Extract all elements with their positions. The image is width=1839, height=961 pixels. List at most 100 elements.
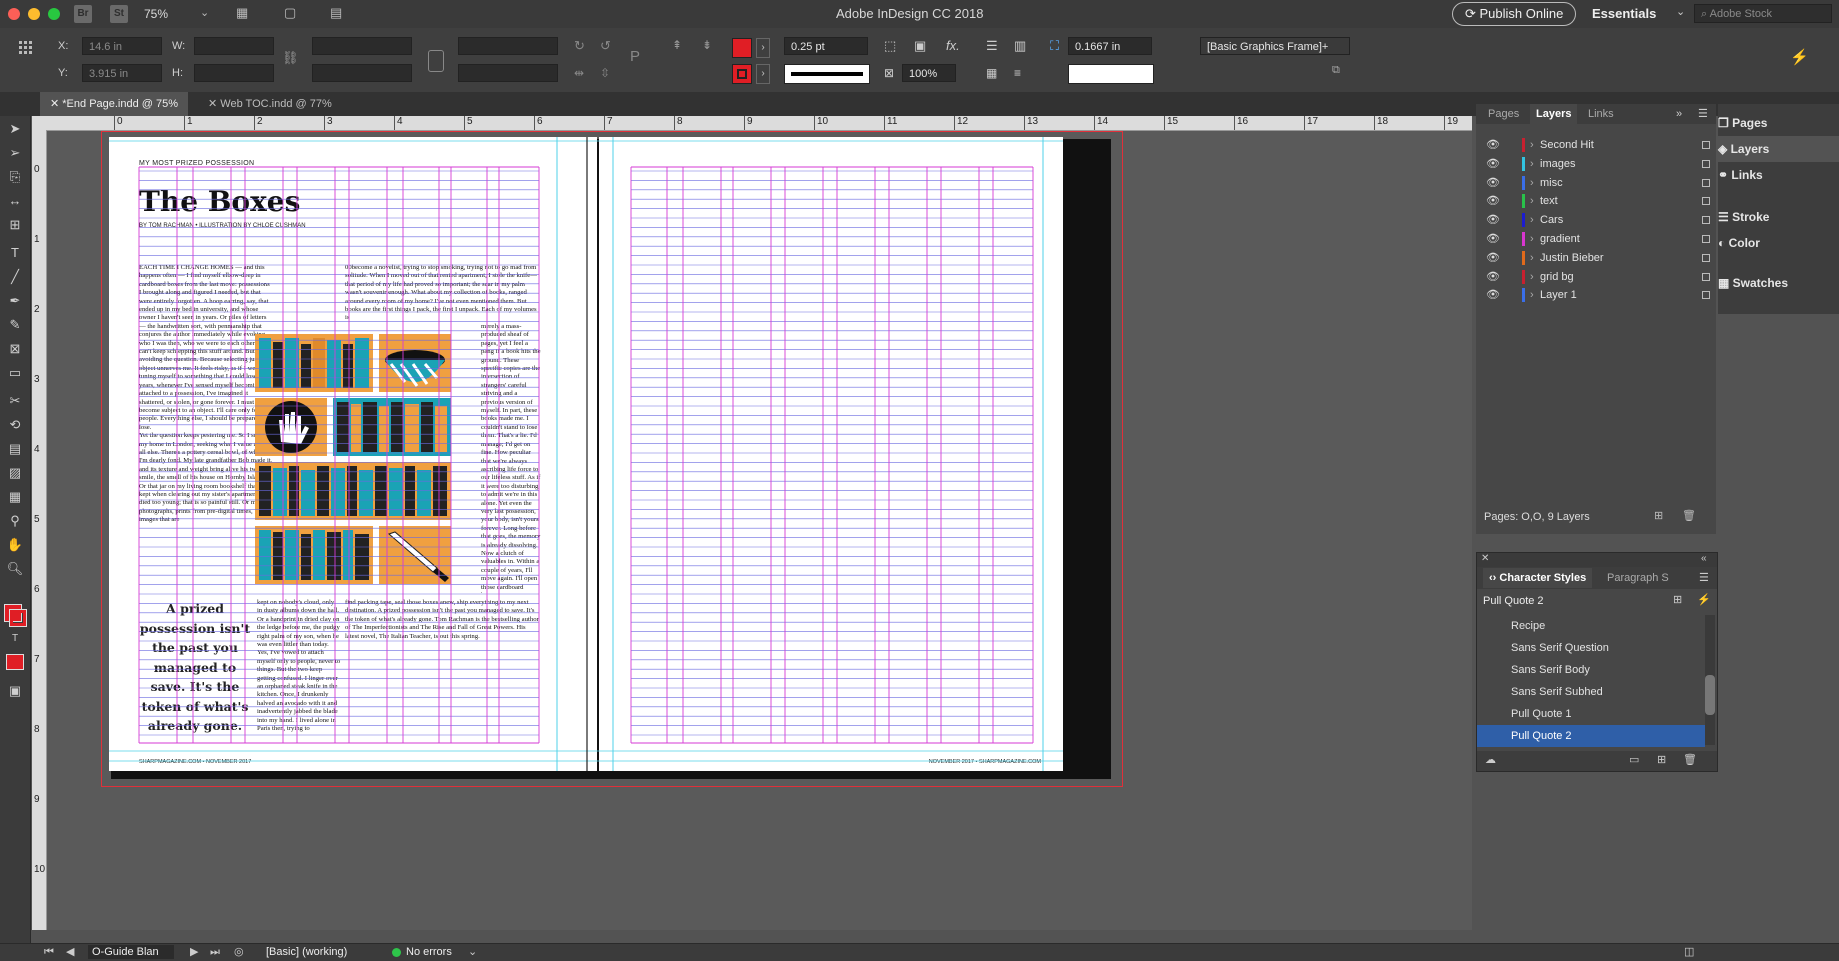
stock-button[interactable]: St [110,5,128,23]
char-style-item[interactable]: Sans Serif Question [1477,637,1705,659]
panel-menu-icon[interactable]: ☰ [1698,104,1708,124]
delete-style-icon[interactable]: 🗑︎ [1683,753,1697,766]
bridge-button[interactable]: Br [74,5,92,23]
publish-online-button[interactable]: ⟳ Publish Online [1452,2,1577,26]
new-style-from-selection-icon[interactable]: ⊞ [1673,593,1682,606]
arrange-documents-icon[interactable]: ▤ [330,5,342,21]
tab-web-toc[interactable]: ✕ Web TOC.indd @ 77% [198,92,342,116]
collapse-panel-icon[interactable]: » [1676,104,1682,124]
offset-field[interactable]: 0.1667 in [1068,37,1152,55]
tab-character-styles[interactable]: ‹› Character Styles [1483,568,1593,588]
stroke-weight-field[interactable]: 0.25 pt [784,37,868,55]
flip-vertical-icon[interactable]: ⇳ [600,66,610,80]
apply-color-icon[interactable] [6,654,24,670]
corner-shape-dropdown[interactable] [1068,64,1154,84]
x-position-field[interactable]: 14.6 in [82,37,162,55]
hand-tool-icon[interactable]: ✋ [6,536,24,554]
rectangle-frame-tool-icon[interactable]: ⊠ [6,340,24,358]
dock-stroke[interactable]: ☰ Stroke [1718,204,1837,230]
object-style-dropdown[interactable]: [Basic Graphics Frame]+ [1200,37,1350,55]
pencil-tool-icon[interactable]: ✎ [6,316,24,334]
select-content-icon[interactable]: ⇟ [702,38,712,52]
char-style-item[interactable]: Sans Serif Subhed [1477,681,1705,703]
layer-select-square-icon[interactable] [1702,253,1710,262]
effects-icon[interactable]: fx. [946,38,960,53]
text-wrap-none-icon[interactable]: ☰ [986,38,998,54]
dock-layers[interactable]: ◈ Layers [1718,136,1839,162]
clear-overrides-icon[interactable]: ⧉ [1332,64,1340,77]
document-canvas[interactable]: MY MOST PRIZED POSSESSION The Boxes BY T… [47,131,1472,930]
first-page-icon[interactable]: ⏮ [44,944,54,961]
opacity-field[interactable]: 100% [902,64,956,82]
zoom-dropdown-icon[interactable]: ⌄ [200,6,209,19]
new-group-folder-icon[interactable]: ▭ [1629,753,1639,766]
line-tool-icon[interactable]: ╱ [6,268,24,286]
gradient-feather-tool-icon[interactable]: ▨ [6,464,24,482]
reference-point-icon[interactable] [18,40,34,56]
direct-selection-tool-icon[interactable]: ➢ [6,144,24,162]
horizontal-ruler[interactable]: 0 1 2 3 4 5 6 7 8 9 10 11 12 13 14 15 16 17 18 19 [32,116,1472,131]
formatting-affects-text-icon[interactable]: T [6,630,24,648]
new-layer-icon[interactable]: ⊞ [1654,509,1663,522]
flip-horizontal-icon[interactable]: ⇹ [574,66,584,80]
open-page-icon[interactable]: ◎ [234,944,244,961]
constrain-proportions-icon[interactable]: ⛓ [282,50,299,66]
style-list-scrollbar[interactable] [1705,615,1715,745]
screen-mode-icon[interactable]: ▢ [284,5,296,21]
stroke-swatch[interactable] [732,64,752,84]
rectangle-tool-icon[interactable]: ▭ [6,364,24,382]
layer-row[interactable]: 👁︎ › Layer 1 [1476,284,1716,306]
cloud-library-icon[interactable]: ☁ [1485,753,1496,766]
char-style-item[interactable]: Pull Quote 1 [1477,703,1705,725]
char-style-item[interactable]: Sans Serif Body [1477,659,1705,681]
corner-options-icon[interactable]: ⛶ [1050,38,1059,54]
dock-color[interactable]: ◐ Color [1718,230,1837,256]
workspace-chevron-icon[interactable]: ⌄ [1676,5,1685,18]
view-options-icon[interactable]: ▦ [236,5,248,21]
page-tool-icon[interactable]: ⎘ [6,168,24,186]
char-style-item[interactable]: Pull Quote 2 [1477,725,1705,747]
tab-pages[interactable]: Pages [1488,104,1519,124]
shear-angle-field[interactable] [458,64,558,82]
quick-apply-style-icon[interactable]: ⚡ [1697,593,1711,606]
y-position-field[interactable]: 3.915 in [82,64,162,82]
stroke-type-dropdown[interactable] [784,64,870,84]
visibility-eye-icon[interactable]: 👁︎ [1486,284,1500,306]
fill-frame-icon[interactable]: ▣ [914,38,926,54]
fill-menu-arrow-icon[interactable]: › [756,38,770,58]
free-transform-tool-icon[interactable]: ⟲ [6,416,24,434]
layer-select-square-icon[interactable] [1702,216,1710,225]
layer-select-square-icon[interactable] [1702,291,1710,300]
tab-links[interactable]: Links [1588,104,1614,124]
eyedropper-tool-icon[interactable]: ⚲ [6,512,24,530]
rotate-ccw-icon[interactable]: ↺ [600,38,611,54]
layer-select-square-icon[interactable] [1702,141,1710,149]
align-center-icon[interactable]: ▦ [986,66,997,80]
fill-swatch[interactable] [732,38,752,58]
close-window-button[interactable] [8,8,20,20]
layer-select-square-icon[interactable] [1702,272,1710,281]
scrollbar-thumb[interactable] [1705,675,1715,715]
tab-paragraph-styles[interactable]: Paragraph S [1607,568,1669,588]
opacity-icon[interactable]: ⊠ [884,66,894,80]
pen-tool-icon[interactable]: ✒ [6,292,24,310]
collapse-panel-icon[interactable]: « [1701,553,1707,564]
vertical-ruler[interactable]: 0 1 2 3 4 5 6 7 8 9 10 [32,130,47,930]
dock-links[interactable]: ⚭ Links [1718,162,1837,188]
panel-menu-icon[interactable]: ☰ [1699,568,1709,588]
expand-layer-icon[interactable]: › [1530,284,1534,306]
layer-select-square-icon[interactable] [1702,235,1710,243]
height-field[interactable] [194,64,274,82]
page-number-field[interactable]: O-Guide Blan [88,945,174,959]
note-tool-icon[interactable]: ▦ [6,488,24,506]
layer-select-square-icon[interactable] [1702,178,1710,187]
type-tool-icon[interactable]: T [6,244,24,262]
scale-x-field[interactable] [312,37,412,55]
rotation-angle-field[interactable] [458,37,558,55]
gap-tool-icon[interactable]: ↔ [6,192,24,210]
selection-container-icon[interactable]: P [630,48,640,65]
new-style-icon[interactable]: ⊞ [1657,753,1666,766]
layer-select-square-icon[interactable] [1702,197,1710,206]
previous-page-icon[interactable]: ◀ [66,944,74,961]
rotate-cw-icon[interactable]: ↻ [574,38,585,54]
